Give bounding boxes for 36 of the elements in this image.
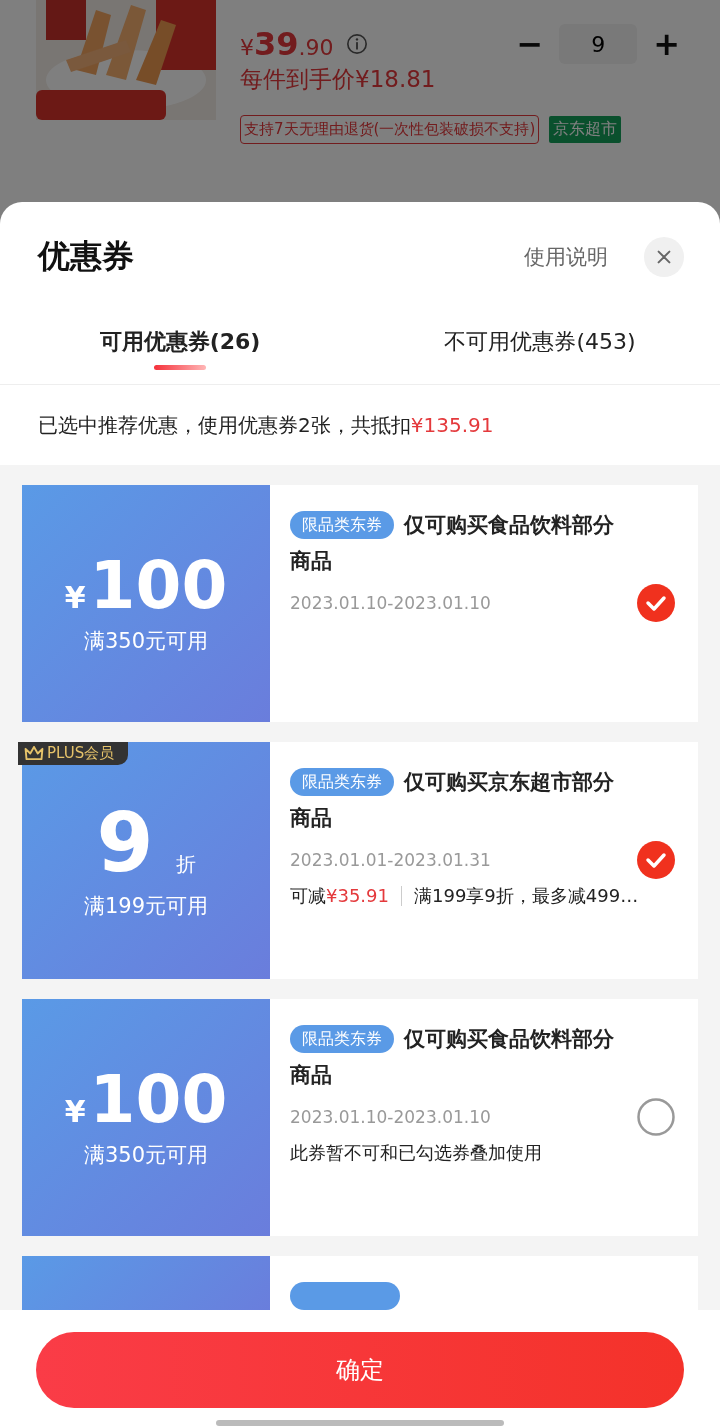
coupon-condition: 满350元可用 xyxy=(83,1141,209,1169)
coupon-tab[interactable]: 不可用优惠券(453) xyxy=(360,316,720,384)
coupon-condition: 满199元可用 xyxy=(83,892,209,920)
coupon-condition: 满350元可用 xyxy=(83,627,209,655)
coupon-value: 9 折 xyxy=(96,801,196,884)
unchecked-icon[interactable] xyxy=(636,1097,676,1137)
coupon-note: 满199享9折，最多减499… xyxy=(414,884,639,908)
coupon-card[interactable] xyxy=(22,1256,698,1310)
confirm-button[interactable]: 确定 xyxy=(36,1332,684,1408)
help-link[interactable]: 使用说明 xyxy=(524,243,608,271)
coupon-note: 此券暂不可和已勾选券叠加使用 xyxy=(290,1141,542,1165)
checked-icon[interactable] xyxy=(636,840,676,880)
net-price: 每件到手价¥18.81 xyxy=(240,65,437,94)
close-icon xyxy=(655,248,673,266)
return-policy-tag: 支持7天无理由退货(一次性包装破损不支持) xyxy=(240,115,540,144)
plus-member-badge: PLUS会员 xyxy=(18,742,129,765)
saving-amount: 可减¥35.91 xyxy=(290,884,389,908)
quantity-field[interactable]: 9 xyxy=(559,24,638,64)
coupon-title: 限品类东券 仅可购买食品饮料部分商品 xyxy=(290,510,615,575)
sheet-title: 优惠券 xyxy=(38,236,134,277)
summary-text: 已选中推荐优惠，使用优惠券2张，共抵扣¥135.91 xyxy=(38,411,494,439)
coupon-date: 2023.01.01-2023.01.31 xyxy=(290,850,492,870)
info-icon[interactable] xyxy=(345,33,368,55)
checked-icon[interactable] xyxy=(636,583,676,623)
coupon-value: ¥100 xyxy=(64,1066,228,1133)
coupon-tab[interactable]: 可用优惠券(26) xyxy=(0,316,360,384)
store-tag: 京东超市 xyxy=(549,116,622,143)
coupon-date: 2023.01.10-2023.01.10 xyxy=(290,593,492,613)
coupon-date: 2023.01.10-2023.01.10 xyxy=(290,1107,492,1127)
minus-button[interactable]: − xyxy=(512,25,548,63)
price: ¥39.90 xyxy=(240,25,334,63)
plus-button[interactable]: + xyxy=(649,25,684,63)
close-button[interactable] xyxy=(644,237,684,277)
coupon-title: 限品类东券 仅可购买食品饮料部分商品 xyxy=(290,1024,615,1089)
coupon-value: ¥100 xyxy=(64,552,228,619)
coupon-title: 限品类东券 仅可购买京东超市部分商品 xyxy=(290,767,615,832)
